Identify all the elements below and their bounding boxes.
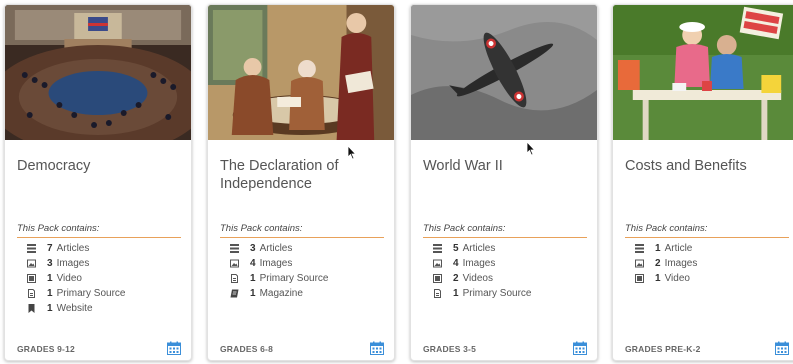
item-count: 2 (453, 273, 459, 284)
bookmark-icon (27, 304, 36, 313)
item-label: Images (259, 258, 293, 269)
item-label: Articles (259, 243, 293, 254)
item-count: 4 (453, 258, 459, 269)
pack-title[interactable]: World War II (423, 157, 589, 175)
video-icon (635, 274, 644, 283)
image-icon (433, 259, 442, 268)
pack-title[interactable]: The Declaration of Independence (220, 157, 386, 193)
list-item: 2 Videos (433, 271, 531, 286)
item-label: Video (664, 273, 690, 284)
item-count: 1 (655, 243, 661, 254)
pack-thumbnail[interactable] (208, 5, 394, 140)
divider (17, 237, 181, 238)
pack-card-declaration[interactable]: The Declaration of Independence This Pac… (207, 4, 395, 361)
list-item: 1 Website (27, 301, 125, 316)
item-count: 1 (453, 288, 459, 299)
item-count: 4 (250, 258, 256, 269)
list-item: 1 Video (27, 271, 125, 286)
document-icon (433, 289, 442, 298)
pack-contains-label: This Pack contains: (625, 223, 708, 234)
image-icon (27, 259, 36, 268)
article-icon (433, 244, 442, 253)
list-item: 3 Articles (230, 241, 328, 256)
item-label: Primary Source (462, 288, 532, 299)
list-item: 1 Magazine (230, 286, 328, 301)
list-item: 2 Images (635, 256, 697, 271)
item-count: 3 (47, 258, 53, 269)
pack-contents-list: 1 Article 2 Images 1 Video (635, 241, 697, 286)
list-item: 7 Articles (27, 241, 125, 256)
pack-title[interactable]: Democracy (17, 157, 183, 175)
calendar-icon[interactable] (775, 341, 789, 355)
pack-card-world-war-ii[interactable]: World War II This Pack contains: 5 Artic… (410, 4, 598, 361)
divider (423, 237, 587, 238)
list-item: 5 Articles (433, 241, 531, 256)
item-label: Website (56, 303, 93, 314)
item-label: Magazine (259, 288, 303, 299)
grade-level: GRADES 9-12 (17, 344, 75, 354)
calendar-icon[interactable] (167, 341, 181, 355)
pack-contains-label: This Pack contains: (423, 223, 506, 234)
item-count: 3 (250, 243, 256, 254)
item-label: Article (664, 243, 693, 254)
mouse-cursor-icon (526, 141, 536, 156)
mouse-cursor-icon (347, 145, 357, 160)
item-label: Images (462, 258, 496, 269)
item-label: Images (664, 258, 698, 269)
item-count: 2 (655, 258, 661, 269)
item-label: Images (56, 258, 90, 269)
video-icon (27, 274, 36, 283)
item-label: Articles (56, 243, 90, 254)
grade-level: GRADES PRE-K-2 (625, 344, 701, 354)
document-icon (27, 289, 36, 298)
pack-thumbnail[interactable] (5, 5, 191, 140)
pack-thumbnail[interactable] (613, 5, 793, 140)
divider (625, 237, 789, 238)
item-count: 5 (453, 243, 459, 254)
item-label: Video (56, 273, 82, 284)
item-label: Videos (462, 273, 493, 284)
list-item: 4 Images (230, 256, 328, 271)
list-item: 4 Images (433, 256, 531, 271)
image-icon (230, 259, 239, 268)
item-label: Primary Source (259, 273, 329, 284)
pack-card-costs-and-benefits[interactable]: Costs and Benefits This Pack contains: 1… (612, 4, 793, 361)
item-count: 1 (47, 288, 53, 299)
list-item: 1 Video (635, 271, 697, 286)
video-icon (433, 274, 442, 283)
article-icon (230, 244, 239, 253)
item-count: 1 (47, 303, 53, 314)
grade-level: GRADES 6-8 (220, 344, 274, 354)
list-item: 1 Article (635, 241, 697, 256)
magazine-icon (230, 289, 239, 298)
image-icon (635, 259, 644, 268)
calendar-icon[interactable] (370, 341, 384, 355)
pack-thumbnail[interactable] (411, 5, 597, 140)
document-icon (230, 274, 239, 283)
pack-contains-label: This Pack contains: (17, 223, 100, 234)
pack-contents-list: 7 Articles 3 Images 1 Video 1 Primary So… (27, 241, 125, 316)
item-label: Primary Source (56, 288, 126, 299)
pack-card-democracy[interactable]: Democracy This Pack contains: 7 Articles… (4, 4, 192, 361)
item-count: 1 (47, 273, 53, 284)
divider (220, 237, 384, 238)
pack-title[interactable]: Costs and Benefits (625, 157, 791, 175)
list-item: 1 Primary Source (27, 286, 125, 301)
article-icon (635, 244, 644, 253)
pack-contents-list: 3 Articles 4 Images 1 Primary Source 1 M… (230, 241, 328, 301)
list-item: 1 Primary Source (230, 271, 328, 286)
article-icon (27, 244, 36, 253)
calendar-icon[interactable] (573, 341, 587, 355)
list-item: 1 Primary Source (433, 286, 531, 301)
item-count: 7 (47, 243, 53, 254)
item-count: 1 (250, 288, 256, 299)
item-label: Articles (462, 243, 496, 254)
grade-level: GRADES 3-5 (423, 344, 477, 354)
pack-contents-list: 5 Articles 4 Images 2 Videos 1 Primary S… (433, 241, 531, 301)
list-item: 3 Images (27, 256, 125, 271)
pack-contains-label: This Pack contains: (220, 223, 303, 234)
item-count: 1 (250, 273, 256, 284)
item-count: 1 (655, 273, 661, 284)
